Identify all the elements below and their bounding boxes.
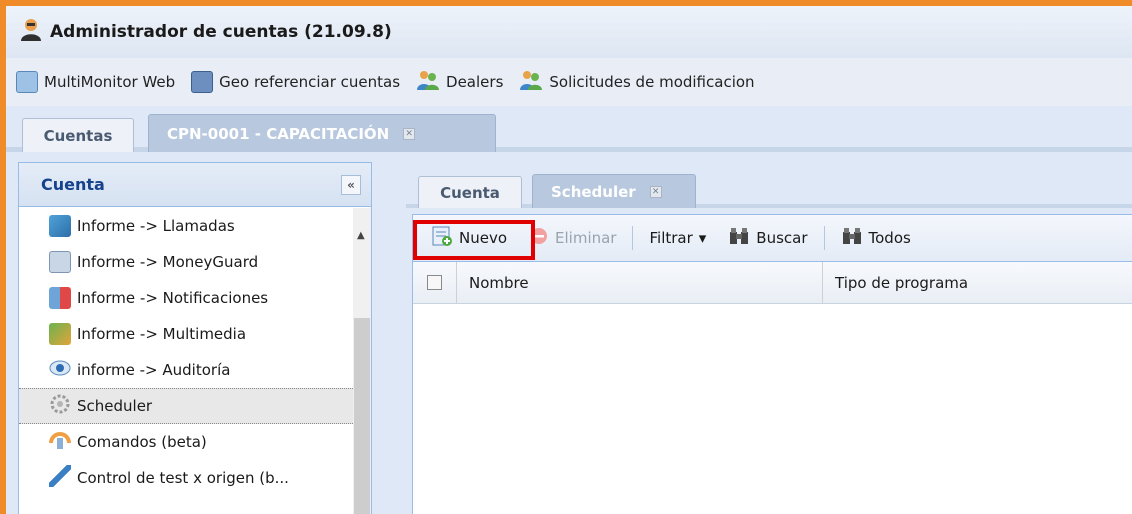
app-frame: Administrador de cuentas (21.09.8) Multi… [0,0,1132,514]
gear-icon [49,393,71,419]
geo-referenciar-button[interactable]: Geo referenciar cuentas [191,71,400,93]
todos-label: Todos [868,229,911,247]
tab-scheduler-label: Scheduler [551,182,636,201]
select-all-cell [413,261,457,304]
menu-item-label: Comandos (beta) [77,433,207,451]
multimonitor-web-button[interactable]: MultiMonitor Web [16,71,175,93]
menu-item-notificaciones[interactable]: Informe -> Notificaciones [19,280,355,316]
cuenta-panel-header: Cuenta « [19,163,371,207]
toolbar-separator [632,226,634,250]
left-scrollbar[interactable]: ▲ [353,208,371,514]
tab-cpn-label: CPN-0001 - CAPACITACIÓN [167,124,390,143]
menu-item-llamadas[interactable]: Informe -> Llamadas [19,208,355,244]
cuenta-menu-list: Informe -> Llamadas Informe -> MoneyGuar… [19,208,371,514]
eliminar-label: Eliminar [555,229,617,247]
users-icon [416,69,440,95]
menu-item-label: Control de test x origen (b... [77,469,289,487]
multimonitor-web-label: MultiMonitor Web [44,73,176,91]
eliminar-button[interactable]: Eliminar [523,222,622,254]
delete-icon [529,226,549,250]
menu-item-label: Scheduler [77,397,153,415]
content-tabs: Cuenta Scheduler ✕ [406,162,1132,208]
grid-monitor-icon [16,71,38,93]
new-document-icon [431,225,453,251]
tab-cpn-capacitacion[interactable]: CPN-0001 - CAPACITACIÓN ✕ [148,114,496,152]
binoculars-icon [728,226,750,250]
scroll-thumb[interactable] [354,318,370,514]
tab-cuentas[interactable]: Cuentas [22,118,134,152]
main-tabs: Cuentas CPN-0001 - CAPACITACIÓN ✕ [6,106,1132,152]
menu-item-scheduler[interactable]: Scheduler [19,388,355,424]
column-tipo-label: Tipo de programa [835,273,969,292]
nuevo-button[interactable]: Nuevo [425,222,513,254]
todos-button[interactable]: Todos [835,222,917,254]
commands-icon [49,429,71,455]
scheduler-panel: Cuenta Scheduler ✕ Nuevo Eliminar Filtra… [406,162,1132,514]
menu-item-label: Informe -> Llamadas [77,217,235,235]
computer-icon [191,71,214,93]
menu-item-comandos[interactable]: Comandos (beta) [19,424,355,460]
binoculars-icon [841,226,863,250]
window-title: Administrador de cuentas (21.09.8) [50,22,392,42]
admin-user-icon [18,17,44,47]
close-icon[interactable]: ✕ [649,185,662,198]
grid-header: Nombre Tipo de programa [413,261,1132,304]
moneyguard-icon [49,251,71,273]
window-titlebar: Administrador de cuentas (21.09.8) [6,6,1132,58]
multimedia-icon [49,323,71,345]
column-header-nombre[interactable]: Nombre [457,261,823,304]
buscar-label: Buscar [756,229,808,247]
menu-item-multimedia[interactable]: Informe -> Multimedia [19,316,355,352]
geo-referenciar-label: Geo referenciar cuentas [219,73,401,91]
column-nombre-label: Nombre [469,273,529,292]
tab-scheduler[interactable]: Scheduler ✕ [532,174,696,208]
dealers-button[interactable]: Dealers [416,69,503,95]
buscar-button[interactable]: Buscar [722,222,813,254]
menu-item-control-test[interactable]: Control de test x origen (b... [19,460,355,496]
users-icon [519,69,543,95]
dealers-label: Dealers [446,73,504,91]
column-header-tipo-programa[interactable]: Tipo de programa [823,262,1132,304]
scheduler-toolbar: Nuevo Eliminar Filtrar ▾ Buscar Todos [412,214,1132,262]
close-icon[interactable]: ✕ [403,127,416,140]
menu-item-label: Informe -> Notificaciones [77,289,269,307]
chevron-down-icon: ▾ [698,229,707,247]
tab-cuentas-label: Cuentas [43,126,113,145]
menu-item-auditoria[interactable]: informe -> Auditoría [19,352,355,388]
filtrar-label: Filtrar [649,229,693,247]
tab-cuenta[interactable]: Cuenta [418,176,522,208]
collapse-left-icon[interactable]: « [341,175,361,195]
notification-icon [49,287,71,309]
scheduler-grid: Nombre Tipo de programa [412,261,1132,514]
phone-report-icon [49,215,71,237]
filtrar-dropdown[interactable]: Filtrar ▾ [643,222,712,254]
scroll-up-icon[interactable]: ▲ [357,230,365,241]
toolbar-separator [823,226,825,250]
nuevo-label: Nuevo [459,229,508,247]
solicitudes-label: Solicitudes de modificacion [549,73,755,91]
cuenta-panel-title: Cuenta [41,175,105,194]
select-all-checkbox[interactable] [427,275,442,290]
solicitudes-button[interactable]: Solicitudes de modificacion [519,69,755,95]
menu-item-label: Informe -> Multimedia [77,325,247,343]
cuenta-panel: Cuenta « Informe -> Llamadas Informe -> … [18,162,372,514]
plug-icon [48,464,72,491]
menu-item-label: Informe -> MoneyGuard [77,253,259,271]
eye-icon [49,357,71,383]
menu-item-moneyguard[interactable]: Informe -> MoneyGuard [19,244,355,280]
menu-item-label: informe -> Auditoría [77,361,231,379]
tab-cuenta-label: Cuenta [440,183,500,202]
top-toolbar: MultiMonitor Web Geo referenciar cuentas… [6,58,1132,106]
